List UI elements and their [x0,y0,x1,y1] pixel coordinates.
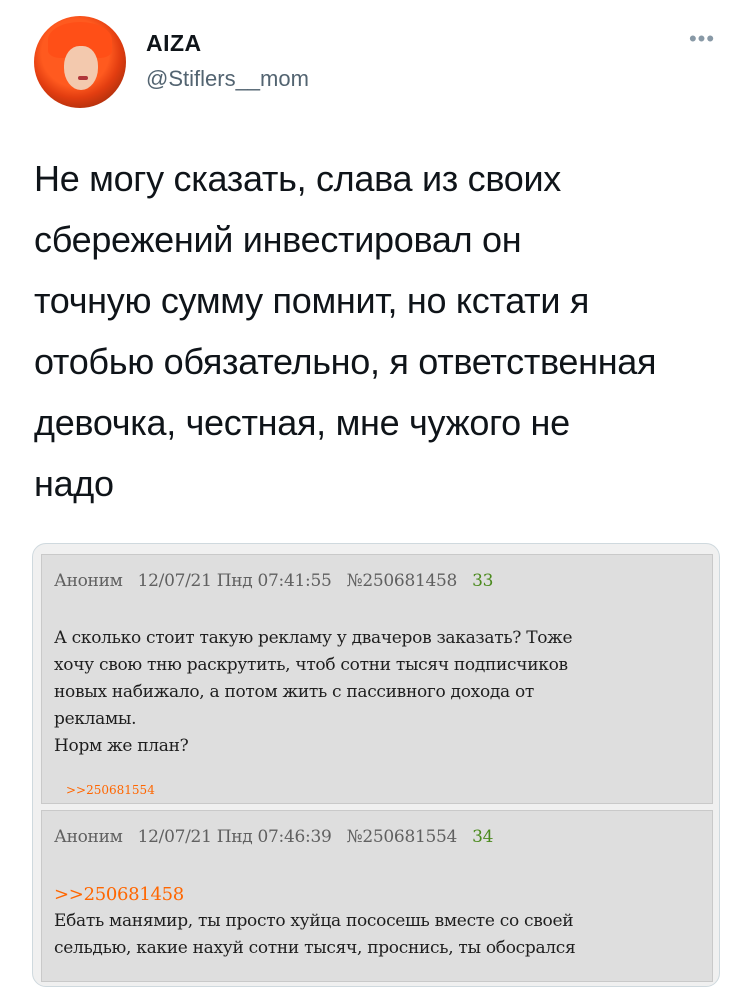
tweet-header: AIZA @Stiflers__mom ••• [34,16,722,112]
board-post: Аноним 12/07/21 Пнд 07:41:55 №250681458 … [41,554,713,804]
post-body: А сколько стоит такую рекламу у двачеров… [54,625,694,760]
post-line: А сколько стоит такую рекламу у двачеров… [54,628,573,648]
tweet-line: отобью обязательно, я ответственная [34,341,657,382]
tweet-line: Не могу сказать, слава из своих [34,158,562,199]
post-date: 12/07/21 Пнд 07:46:39 [137,827,332,847]
post-count: 34 [472,827,494,847]
post-number: №250681554 [346,827,458,847]
post-count: 33 [472,571,494,591]
post-body: >>250681458 Ебать манямир, ты просто хуй… [54,881,694,962]
avatar-mouth [78,76,88,80]
tweet-line: девочка, честная, мне чужого не [34,402,570,443]
post-number: №250681458 [346,571,458,591]
avatar[interactable] [34,16,126,108]
author-name[interactable]: AIZA [146,30,202,57]
post-line: рекламы. [54,709,137,729]
more-horizontal-icon[interactable]: ••• [682,24,722,54]
post-author: Аноним [54,827,123,847]
post-header: Аноним 12/07/21 Пнд 07:41:55 №250681458 … [54,571,503,591]
tweet-text: Не могу сказать, слава из своих сбережен… [34,148,724,514]
board-post: Аноним 12/07/21 Пнд 07:46:39 №250681554 … [41,810,713,982]
avatar-face [64,46,98,90]
post-author: Аноним [54,571,123,591]
tweet-line: точную сумму помнит, но кстати я [34,280,590,321]
post-date: 12/07/21 Пнд 07:41:55 [137,571,332,591]
attached-image[interactable]: Аноним 12/07/21 Пнд 07:41:55 №250681458 … [32,543,720,987]
post-header: Аноним 12/07/21 Пнд 07:46:39 №250681554 … [54,827,503,847]
post-quote-link: >>250681458 [54,884,184,905]
author-handle[interactable]: @Stiflers__mom [146,66,309,92]
post-line: Ебать манямир, ты просто хуйца пососешь … [54,911,574,931]
post-line: новых набижало, а потом жить с пассивног… [54,682,535,702]
post-reply-link: >>250681554 [66,783,155,797]
tweet-line: сбережений инвестировал он [34,219,522,260]
post-line: хочу свою тню раскрутить, чтоб сотни тыс… [54,655,568,675]
tweet-line: надо [34,463,114,504]
post-line: Норм же план? [54,736,189,756]
post-line: сельдью, какие нахуй сотни тысяч, просни… [54,938,576,958]
